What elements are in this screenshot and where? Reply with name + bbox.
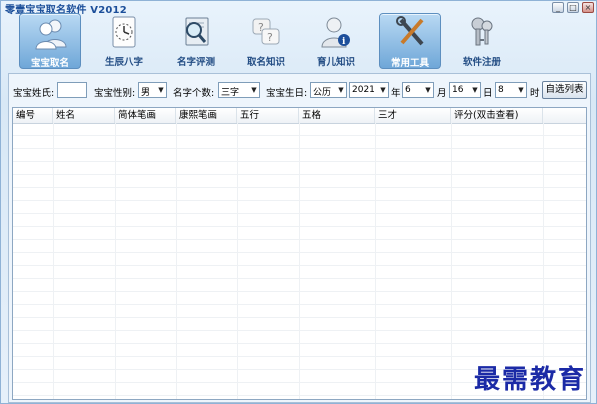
tool-label: 育儿知识 <box>316 57 355 68</box>
column-header[interactable]: 姓名 <box>53 108 115 123</box>
name-count-select[interactable]: 三字 ▼ <box>218 82 260 98</box>
main-panel: 宝宝姓氏: 宝宝性别: 男 ▼ 名字个数: 三字 ▼ 宝宝生日: 公历 ▼ 20… <box>8 73 591 403</box>
table-row <box>13 266 586 279</box>
year-select[interactable]: 2021 ▼ <box>349 82 389 98</box>
hour-select[interactable]: 8 ▼ <box>495 82 527 98</box>
day-select[interactable]: 16 ▼ <box>449 82 481 98</box>
chevron-down-icon: ▼ <box>472 86 478 94</box>
column-header[interactable]: 五格 <box>299 108 375 123</box>
custom-list-button[interactable]: 自选列表 <box>542 81 587 99</box>
svg-text:?: ? <box>267 31 273 44</box>
close-button[interactable]: × <box>582 2 594 13</box>
table-header: 编号 姓名 简体笔画 康熙笔画 五行 五格 三才 评分(双击查看) <box>13 108 586 124</box>
day-unit: 日 <box>483 88 493 99</box>
magnifier-book-icon <box>185 17 209 46</box>
gender-select[interactable]: 男 ▼ <box>138 82 167 98</box>
tool-label: 常用工具 <box>390 58 429 69</box>
tool-birth-chart[interactable]: 生辰八字 <box>93 13 155 69</box>
tool-label: 取名知识 <box>246 57 285 68</box>
maximize-button[interactable]: □ <box>567 2 579 13</box>
tool-naming-knowledge[interactable]: ? ? 取名知识 <box>235 13 297 69</box>
hour-unit: 时 <box>530 88 540 99</box>
table-row <box>13 292 586 305</box>
chevron-down-icon: ▼ <box>380 86 386 94</box>
tool-baby-naming[interactable]: 宝宝取名 <box>19 13 81 69</box>
column-header[interactable]: 编号 <box>13 108 53 123</box>
people-icon <box>35 19 67 50</box>
month-select[interactable]: 6 ▼ <box>402 82 434 98</box>
tools-icon <box>396 16 424 46</box>
question-bubbles-icon: ? ? <box>252 18 280 45</box>
table-row <box>13 149 586 162</box>
person-info-icon: i <box>321 17 350 48</box>
month-unit: 月 <box>437 88 447 99</box>
year-unit: 年 <box>391 88 401 99</box>
table-row <box>13 240 586 253</box>
chevron-down-icon: ▼ <box>425 86 431 94</box>
tool-name-evaluation[interactable]: 名字评测 <box>165 13 227 69</box>
column-header[interactable]: 五行 <box>237 108 299 123</box>
table-row <box>13 227 586 240</box>
chevron-down-icon: ▼ <box>158 86 164 94</box>
calendar-type-select[interactable]: 公历 ▼ <box>310 82 347 98</box>
table-row <box>13 123 586 136</box>
gender-label: 宝宝性别: <box>94 88 136 99</box>
window-controls: _ □ × <box>552 2 594 13</box>
main-toolbar: 宝宝取名 生辰八字 名字评测 ? ? 取名知识 i 育儿知识 常用工具 软件注册 <box>1 13 596 70</box>
table-row <box>13 331 586 344</box>
chevron-down-icon: ▼ <box>338 86 344 94</box>
name-count-label: 名字个数: <box>173 88 215 99</box>
minimize-button[interactable]: _ <box>552 2 564 13</box>
table-row <box>13 136 586 149</box>
surname-label: 宝宝姓氏: <box>13 88 55 99</box>
table-row <box>13 279 586 292</box>
tool-label: 生辰八字 <box>104 57 143 68</box>
column-header[interactable]: 三才 <box>375 108 451 123</box>
tool-label: 软件注册 <box>462 57 501 68</box>
filter-bar: 宝宝姓氏: 宝宝性别: 男 ▼ 名字个数: 三字 ▼ 宝宝生日: 公历 ▼ 20… <box>9 80 590 102</box>
column-header[interactable]: 简体笔画 <box>115 108 176 123</box>
watermark-text: 最需教育 <box>474 365 587 395</box>
table-row <box>13 201 586 214</box>
chevron-down-icon: ▼ <box>251 86 257 94</box>
tool-label: 宝宝取名 <box>30 58 69 69</box>
table-row <box>13 344 586 357</box>
table-row <box>13 175 586 188</box>
birthday-label: 宝宝生日: <box>266 88 308 99</box>
tool-common-tools[interactable]: 常用工具 <box>379 13 441 69</box>
table-row <box>13 253 586 266</box>
chevron-down-icon: ▼ <box>518 86 524 94</box>
tool-software-registration[interactable]: 软件注册 <box>451 13 513 69</box>
table-row <box>13 162 586 175</box>
svg-text:i: i <box>342 37 346 47</box>
tool-label: 名字评测 <box>176 57 215 68</box>
clock-icon <box>112 16 136 48</box>
table-row <box>13 305 586 318</box>
table-row <box>13 214 586 227</box>
keys-icon <box>471 17 493 46</box>
column-header[interactable]: 康熙笔画 <box>176 108 237 123</box>
table-row <box>13 318 586 331</box>
column-header[interactable]: 评分(双击查看) <box>451 108 543 123</box>
table-row <box>13 188 586 201</box>
app-window: 零壹宝宝取名软件 V2012 _ □ × 宝宝取名 生辰八字 名字评测 ? ? … <box>0 0 597 404</box>
tool-parenting-knowledge[interactable]: i 育儿知识 <box>305 13 367 69</box>
surname-input[interactable] <box>57 82 87 98</box>
results-table[interactable]: 编号 姓名 简体笔画 康熙笔画 五行 五格 三才 评分(双击查看) <box>12 107 587 400</box>
